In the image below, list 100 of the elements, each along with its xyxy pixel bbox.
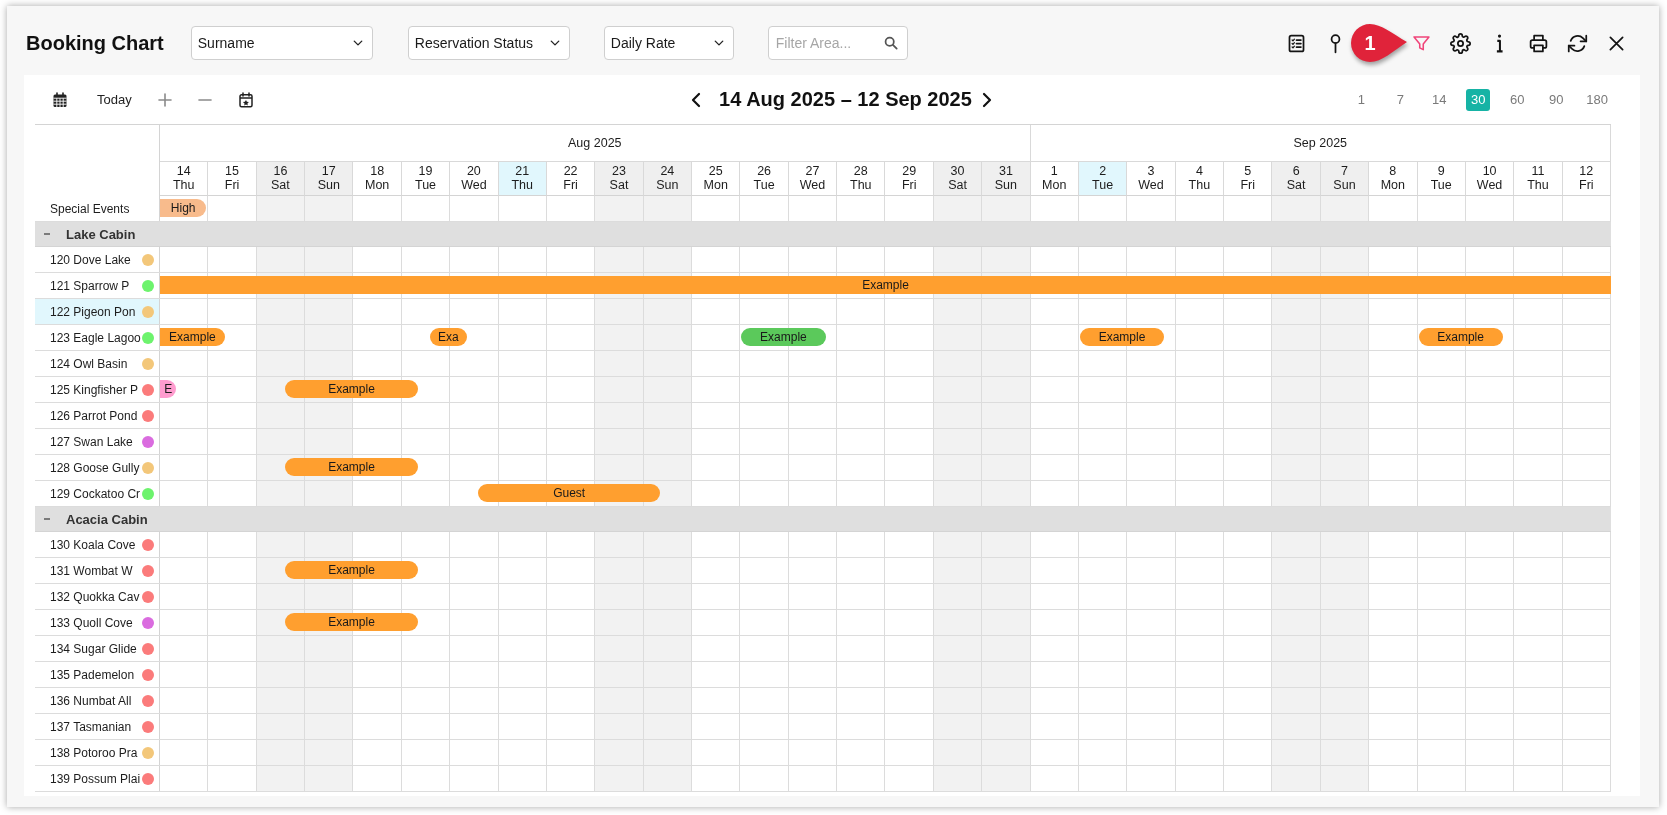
collapse-icon[interactable]: [43, 515, 51, 523]
filter-field[interactable]: Filter Area...: [767, 26, 908, 60]
room-name: 136 Numbat All: [50, 693, 132, 708]
room-name: 126 Parrot Pond: [50, 408, 138, 423]
day-header: 10 Wed: [1465, 162, 1515, 196]
booking-bar[interactable]: Example: [284, 380, 419, 398]
print-icon[interactable]: [1528, 32, 1549, 54]
booking-bar[interactable]: Example: [1418, 328, 1503, 346]
window-title: Booking Chart: [26, 31, 164, 55]
room-row-header[interactable]: 132 Quokka Cav: [35, 584, 160, 609]
collapse-icon[interactable]: [43, 230, 51, 238]
chevron-left-icon[interactable]: [691, 91, 702, 108]
room-row-header[interactable]: 135 Pademelon: [35, 662, 160, 687]
search-icon[interactable]: [883, 36, 898, 50]
room-row-header[interactable]: 138 Potoroo Pra: [35, 740, 160, 765]
booking-bar[interactable]: Example: [741, 328, 826, 346]
group-name: Lake Cabin: [66, 226, 136, 242]
booking-bar[interactable]: E: [160, 380, 177, 398]
room-name: 120 Dove Lake: [50, 252, 131, 267]
day-header: 11 Thu: [1514, 162, 1563, 196]
room-row-header[interactable]: 139 Possum Plai: [35, 766, 160, 791]
room-name: 121 Sparrow P: [50, 278, 130, 293]
room-name: 134 Sugar Glide: [50, 641, 137, 656]
day-header: 9 Tue: [1417, 162, 1466, 196]
refresh-icon[interactable]: [1567, 32, 1588, 54]
room-name: 125 Kingfisher P: [50, 382, 139, 397]
day-header: 18 Mon: [353, 162, 402, 196]
day-header: 28 Thu: [837, 162, 886, 196]
room-row-header[interactable]: 126 Parrot Pond: [35, 403, 160, 428]
room-row-header[interactable]: 134 Sugar Glide: [35, 636, 160, 661]
range-option[interactable]: 1: [1349, 88, 1374, 111]
booking-bar[interactable]: Guest: [478, 484, 661, 502]
room-name: 128 Goose Gully: [50, 460, 140, 475]
room-row-header[interactable]: 131 Wombat W: [35, 558, 160, 583]
room-name: 133 Quoll Cove: [50, 615, 133, 630]
day-header: 27 Wed: [788, 162, 838, 196]
day-header: 3 Wed: [1127, 162, 1176, 196]
day-header: 19 Tue: [401, 162, 451, 196]
range-option[interactable]: 60: [1505, 88, 1530, 111]
booking-bar[interactable]: Example: [1079, 328, 1165, 346]
settings-icon[interactable]: [1450, 32, 1471, 54]
booking-bar[interactable]: Example: [284, 458, 419, 476]
room-row-header[interactable]: 137 Tasmanian: [35, 714, 160, 739]
day-header: 1 Mon: [1030, 162, 1079, 196]
room-row-header[interactable]: 124 Owl Basin: [35, 351, 160, 376]
booking-bar[interactable]: Example: [160, 328, 225, 346]
booking-bar[interactable]: Example: [284, 613, 419, 631]
day-header: 17 Sun: [305, 162, 354, 196]
day-header: 21 Thu: [498, 162, 547, 196]
room-name: 137 Tasmanian: [50, 719, 132, 734]
calendar-icon[interactable]: [52, 91, 68, 108]
day-header: 15 Fri: [208, 162, 257, 196]
booking-bar[interactable]: Example: [160, 276, 1611, 294]
day-header: 26 Tue: [740, 162, 789, 196]
room-name: 129 Cockatoo Cr: [50, 486, 141, 501]
dropdown[interactable]: Surname: [190, 26, 373, 60]
group-name: Acacia Cabin: [66, 511, 148, 527]
day-header: 4 Thu: [1175, 162, 1225, 196]
range-option[interactable]: 7: [1388, 88, 1413, 111]
day-header: 23 Sat: [595, 162, 644, 196]
room-row-header[interactable]: 127 Swan Lake: [35, 429, 160, 454]
day-header: 20 Wed: [450, 162, 499, 196]
step-marker: 1: [1350, 23, 1408, 63]
room-row-header[interactable]: 136 Numbat All: [35, 688, 160, 713]
room-name: 127 Swan Lake: [50, 434, 133, 449]
room-row-header[interactable]: 128 Goose Gully: [35, 455, 160, 480]
range-option[interactable]: 90: [1544, 88, 1569, 111]
dropdown[interactable]: Daily Rate: [603, 26, 734, 60]
day-header: 31 Sun: [982, 162, 1031, 196]
day-header: 6 Sat: [1272, 162, 1321, 196]
room-row-header[interactable]: 133 Quoll Cove: [35, 610, 160, 635]
room-name: 135 Pademelon: [50, 667, 135, 682]
booking-bar[interactable]: Exa: [429, 328, 467, 346]
dropdown[interactable]: Reservation Status: [407, 26, 570, 60]
booking-bar[interactable]: Example: [284, 561, 419, 579]
special-events-label: Special Events: [50, 201, 130, 216]
room-name: 123 Eagle Lagoo: [50, 330, 141, 345]
room-name: 122 Pigeon Pon: [50, 304, 136, 319]
plus-icon[interactable]: [157, 92, 172, 107]
day-header: 30 Sat: [933, 162, 983, 196]
room-name: 131 Wombat W: [50, 563, 133, 578]
room-row-header[interactable]: 130 Koala Cove: [35, 532, 160, 557]
room-name: 124 Owl Basin: [50, 356, 128, 371]
date-range-title: 14 Aug 2025 – 12 Sep 2025: [719, 88, 972, 111]
room-row-header[interactable]: 122 Pigeon Pon: [35, 299, 160, 324]
chevron-right-icon[interactable]: [981, 91, 992, 108]
day-header: 12 Fri: [1562, 162, 1611, 196]
range-option[interactable]: 14: [1427, 88, 1452, 111]
day-header: 2 Tue: [1078, 162, 1128, 196]
range-option[interactable]: 180: [1583, 88, 1611, 111]
checklist-icon[interactable]: [1286, 32, 1307, 54]
day-header: 14 Thu: [160, 162, 209, 196]
day-header: 24 Sun: [643, 162, 693, 196]
today-button[interactable]: Today: [97, 92, 132, 107]
room-name: 139 Possum Plai: [50, 771, 141, 786]
day-header: 8 Mon: [1369, 162, 1418, 196]
room-row-header[interactable]: 120 Dove Lake: [35, 247, 160, 272]
day-header: 29 Fri: [885, 162, 934, 196]
room-row-header[interactable]: 129 Cockatoo Cr: [35, 481, 160, 506]
event-bar[interactable]: High: [160, 199, 207, 217]
